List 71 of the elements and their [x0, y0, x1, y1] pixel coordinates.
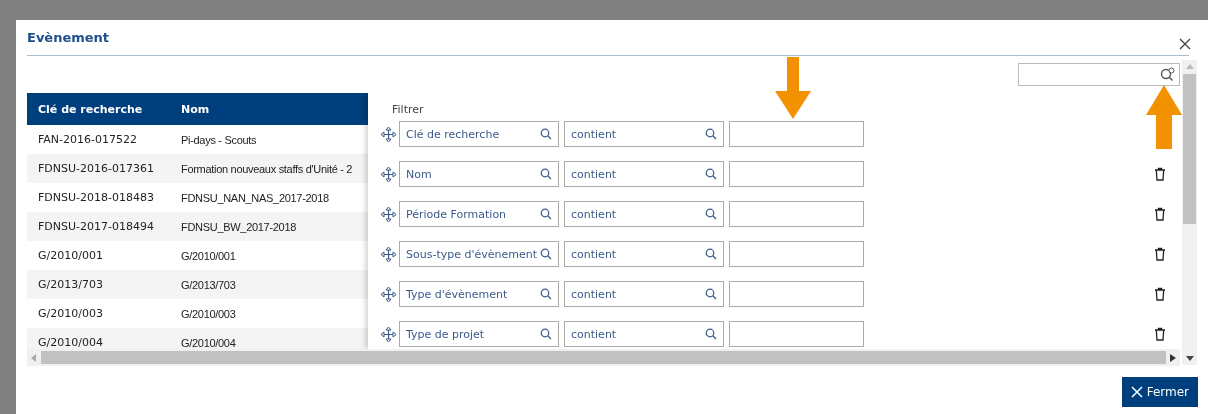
column-header[interactable]: Nom	[181, 102, 210, 116]
table-cell-text: FAN-2016-017522	[37, 133, 138, 146]
search-icon[interactable]	[540, 288, 552, 300]
search-icon[interactable]	[540, 128, 552, 140]
search-icon[interactable]	[705, 248, 717, 260]
value-field[interactable]	[729, 321, 864, 347]
move-handle-icon[interactable]	[380, 205, 397, 223]
move-handle-icon[interactable]	[380, 245, 397, 263]
table-cell: G/2010/003	[181, 307, 236, 320]
value-field[interactable]	[729, 241, 864, 267]
value-field[interactable]	[729, 121, 864, 147]
search-icon[interactable]	[705, 128, 717, 140]
field-select[interactable]: Nom	[399, 161, 559, 187]
arrow-icon	[1146, 85, 1182, 149]
move-handle-icon[interactable]	[380, 285, 397, 303]
field-select[interactable]: Clé de recherche	[399, 121, 559, 147]
field-select[interactable]: Période Formation	[399, 201, 559, 227]
operator-select[interactable]: contient	[564, 321, 724, 347]
operator-select[interactable]: contient	[564, 121, 724, 147]
search-icon[interactable]	[540, 248, 552, 260]
field-select[interactable]: Sous-type d'évènement	[399, 241, 559, 267]
table-cell-text: G/2010/004	[37, 336, 104, 349]
table-cell-text: FDNSU-2016-017361	[37, 162, 155, 175]
vertical-scrollbar[interactable]	[1182, 60, 1197, 365]
table-cell: Pi-days - Scouts	[181, 133, 257, 146]
operator-select[interactable]: contient	[564, 241, 724, 267]
trash-icon[interactable]	[1154, 207, 1167, 221]
scroll-right-icon[interactable]	[1170, 353, 1177, 362]
search-icon[interactable]	[540, 208, 552, 220]
table-cell-text: G/2013/703	[37, 278, 104, 291]
search-icon[interactable]	[705, 208, 717, 220]
search-field[interactable]	[1018, 63, 1181, 86]
table-cell: G/2010/004	[181, 336, 236, 349]
table-cell-text: G/2010/003	[37, 307, 104, 320]
value-field[interactable]	[729, 281, 864, 307]
close-button[interactable]: Fermer	[1121, 377, 1198, 407]
table-cell: FDNSU_BW_2017-2018	[181, 220, 297, 233]
field-select[interactable]: Type d'évènement	[399, 281, 559, 307]
move-handle-icon[interactable]	[380, 125, 397, 143]
trash-icon[interactable]	[1154, 287, 1167, 301]
field-select[interactable]: Type de projet	[399, 321, 559, 347]
search-icon[interactable]	[705, 168, 717, 180]
table-cell: Formation nouveaux staffs d'Unité - 2	[181, 162, 353, 175]
table-cell-text: FDNSU-2018-018483	[37, 191, 155, 204]
scroll-down-icon[interactable]	[1185, 355, 1194, 361]
table-cell: FDNSU_NAN_NAS_2017-2018	[181, 191, 329, 204]
search-icon[interactable]	[1160, 67, 1176, 82]
search-icon[interactable]	[705, 328, 717, 340]
value-field[interactable]	[729, 161, 864, 187]
operator-select[interactable]: contient	[564, 161, 724, 187]
horizontal-scrollbar[interactable]	[27, 349, 1181, 366]
value-field[interactable]	[729, 201, 864, 227]
move-handle-icon[interactable]	[380, 165, 397, 183]
dialog-title: Evènement	[27, 30, 110, 45]
operator-select[interactable]: contient	[564, 201, 724, 227]
table-cell-text: G/2010/001	[37, 249, 104, 262]
table-cell: G/2013/703	[181, 278, 236, 291]
table-cell: G/2010/001	[181, 249, 236, 262]
arrow-icon	[775, 57, 811, 119]
filter-title: Filtrer	[392, 103, 425, 116]
close-icon[interactable]	[1179, 37, 1191, 50]
trash-icon[interactable]	[1154, 327, 1167, 341]
operator-select[interactable]: contient	[564, 281, 724, 307]
search-icon[interactable]	[540, 328, 552, 340]
column-header[interactable]: Clé de recherche	[27, 102, 181, 116]
search-icon[interactable]	[705, 288, 717, 300]
trash-icon[interactable]	[1154, 247, 1167, 261]
table-cell-text: FDNSU-2017-018494	[37, 220, 155, 233]
move-handle-icon[interactable]	[380, 325, 397, 343]
trash-icon[interactable]	[1154, 167, 1167, 181]
search-icon[interactable]	[540, 168, 552, 180]
